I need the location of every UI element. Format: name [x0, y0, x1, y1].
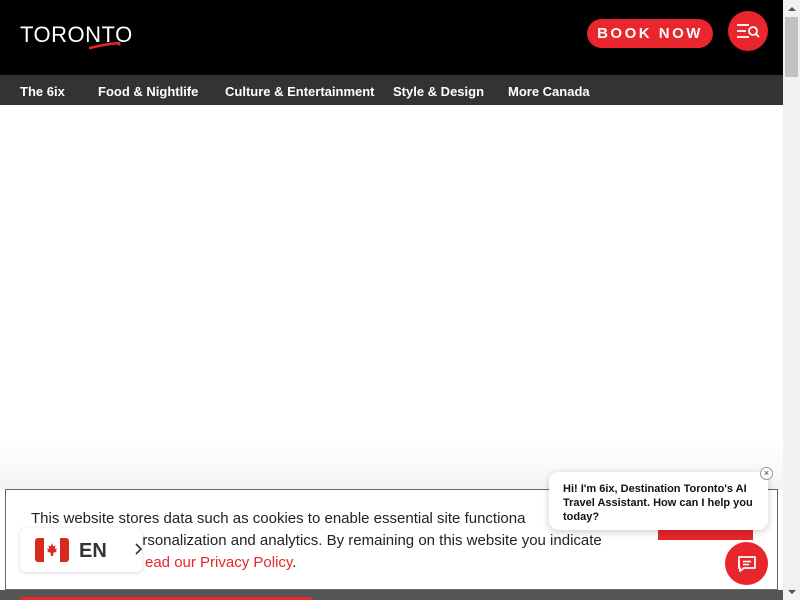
- scroll-down-button[interactable]: [783, 583, 800, 600]
- scroll-thumb[interactable]: [785, 17, 798, 77]
- site-header: TORONTO BOOK NOW: [0, 0, 783, 75]
- main-nav: The 6ix Food & Nightlife Culture & Enter…: [0, 75, 783, 105]
- chat-message-text: Hi! I'm 6ix, Destination Toronto's AI Tr…: [563, 483, 753, 523]
- scroll-up-button[interactable]: [783, 0, 800, 17]
- chat-open-button[interactable]: [725, 542, 768, 585]
- menu-search-button[interactable]: [728, 11, 768, 51]
- chat-close-button[interactable]: ×: [760, 467, 773, 480]
- close-icon: ×: [763, 468, 770, 478]
- chat-icon: [737, 555, 756, 572]
- vertical-scrollbar[interactable]: [783, 0, 800, 600]
- book-now-label: BOOK NOW: [597, 25, 703, 42]
- nav-item-culture-entertainment[interactable]: Culture & Entertainment: [225, 84, 375, 99]
- language-label: EN: [79, 540, 107, 562]
- cookie-line-3-suffix: .: [292, 554, 297, 571]
- canada-flag-icon: [35, 538, 69, 562]
- book-now-button[interactable]: BOOK NOW: [587, 19, 713, 48]
- nav-item-the-6ix[interactable]: The 6ix: [20, 84, 65, 99]
- chat-message-bubble[interactable]: Hi! I'm 6ix, Destination Toronto's AI Tr…: [549, 472, 768, 530]
- nav-item-style-design[interactable]: Style & Design: [393, 84, 484, 99]
- cookie-line-3: ead our: [145, 554, 196, 571]
- menu-search-icon: [737, 24, 760, 38]
- nav-item-food-nightlife[interactable]: Food & Nightlife: [98, 84, 198, 99]
- scroll-down-arrow-icon: [787, 589, 796, 594]
- scroll-up-arrow-icon: [787, 6, 796, 11]
- page: TORONTO BOOK NOW The 6ix Food & Nightlif…: [0, 0, 800, 600]
- logo-swoosh-icon: [88, 42, 121, 50]
- nav-item-more-canada[interactable]: More Canada: [508, 84, 590, 99]
- language-selector[interactable]: EN: [20, 528, 143, 572]
- chevron-right-icon: [135, 543, 143, 555]
- privacy-policy-link[interactable]: Privacy Policy: [200, 554, 292, 571]
